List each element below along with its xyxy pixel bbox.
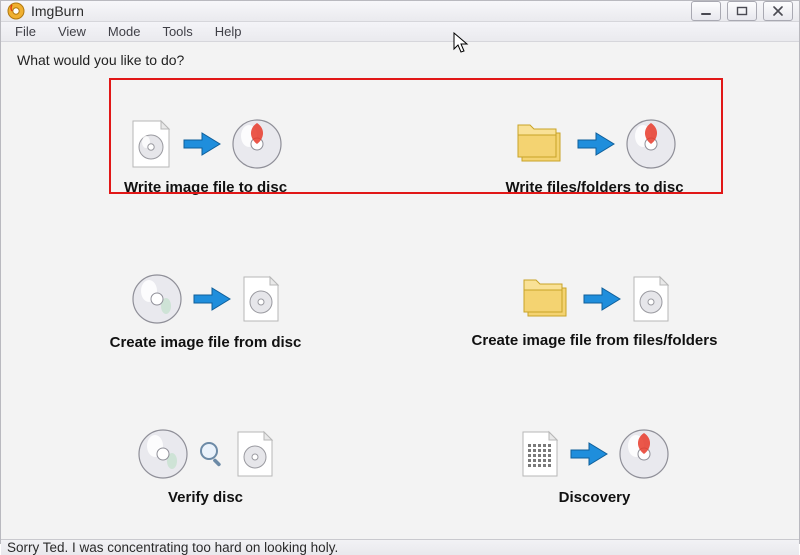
window: ImgBurn File View Mode Tools Help What w… (0, 0, 800, 544)
prompt-label: What would you like to do? (17, 52, 785, 68)
data-file-icon (519, 430, 561, 478)
arrow-right-icon (576, 128, 616, 160)
option-write-files-to-disc[interactable]: Write files/folders to disc (420, 84, 769, 229)
image-file-icon (630, 275, 672, 323)
option-create-image-from-disc[interactable]: Create image file from disc (31, 239, 380, 384)
option-label: Create image file from files/folders (472, 332, 718, 349)
menu-help[interactable]: Help (205, 22, 252, 41)
icon-row (128, 117, 284, 171)
option-label: Create image file from disc (110, 334, 302, 351)
menu-view[interactable]: View (48, 22, 96, 41)
magnifier-icon (198, 440, 226, 468)
titlebar: ImgBurn (1, 1, 799, 22)
option-label: Verify disc (168, 489, 243, 506)
disc-icon (136, 427, 190, 481)
app-icon (7, 2, 25, 20)
option-create-image-from-files[interactable]: Create image file from files/folders (420, 239, 769, 384)
icon-row (130, 272, 282, 326)
image-file-icon (240, 275, 282, 323)
statusbar: Sorry Ted. I was concentrating too hard … (1, 539, 799, 555)
icon-row (512, 117, 678, 171)
minimize-button[interactable] (691, 1, 721, 21)
menu-mode[interactable]: Mode (98, 22, 151, 41)
option-verify-disc[interactable]: Verify disc (31, 394, 380, 539)
window-controls (691, 1, 793, 21)
menu-file[interactable]: File (5, 22, 46, 41)
option-label: Write image file to disc (124, 179, 287, 196)
image-file-icon (234, 430, 276, 478)
maximize-button[interactable] (727, 1, 757, 21)
arrow-right-icon (182, 128, 222, 160)
arrow-right-icon (569, 438, 609, 470)
icon-row (519, 427, 671, 481)
options-grid: Write image file to disc (15, 84, 785, 539)
icon-row (136, 427, 276, 481)
disc-burn-icon (230, 117, 284, 171)
option-discovery[interactable]: Discovery (420, 394, 769, 539)
arrow-right-icon (582, 283, 622, 315)
statusbar-text: Sorry Ted. I was concentrating too hard … (7, 540, 338, 555)
option-label: Discovery (559, 489, 631, 506)
close-button[interactable] (763, 1, 793, 21)
arrow-right-icon (192, 283, 232, 315)
menubar: File View Mode Tools Help (1, 22, 799, 42)
option-write-image-to-disc[interactable]: Write image file to disc (31, 84, 380, 229)
option-label: Write files/folders to disc (505, 179, 683, 196)
client-area: What would you like to do? (1, 42, 799, 539)
window-title: ImgBurn (31, 3, 691, 19)
image-file-icon (128, 119, 174, 169)
menu-tools[interactable]: Tools (152, 22, 202, 41)
folders-icon (512, 119, 568, 169)
folders-icon (518, 274, 574, 324)
disc-icon (130, 272, 184, 326)
disc-burn-icon (617, 427, 671, 481)
icon-row (518, 274, 672, 324)
disc-burn-icon (624, 117, 678, 171)
